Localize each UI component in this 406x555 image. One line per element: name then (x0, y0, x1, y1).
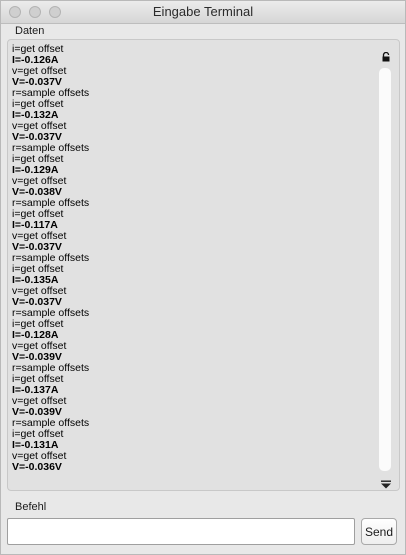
log-line: I=-0.129A (12, 164, 59, 176)
output-group: i=get offset I=-0.126A v=get offset V=-0.03… (7, 39, 400, 491)
log-line: I=-0.132A (12, 109, 59, 121)
chevron-down-icon[interactable] (380, 477, 392, 489)
output-log[interactable]: i=get offset I=-0.126A v=get offset V=-0.03… (12, 44, 374, 484)
terminal-window: Eingabe Terminal Daten i=get offset I=-0.… (0, 0, 406, 555)
log-line: I=-0.126A (12, 54, 59, 66)
title-bar[interactable]: Eingabe Terminal (1, 1, 405, 24)
log-line: v=get offset (12, 340, 67, 352)
log-line: v=get offset (12, 395, 67, 407)
output-section-label: Daten (15, 25, 45, 37)
log-line: I=-0.128A (12, 329, 59, 341)
log-line: r=sample offsets (12, 417, 90, 429)
output-scrollbar[interactable] (379, 68, 391, 471)
log-line: v=get offset (12, 450, 67, 462)
log-line: i=get offset (12, 263, 64, 275)
log-line: i=get offset (12, 428, 64, 440)
log-line: I=-0.131A (12, 439, 59, 451)
log-line: V=-0.036V (12, 461, 62, 473)
log-line: r=sample offsets (12, 307, 90, 319)
lock-icon[interactable] (381, 49, 391, 62)
log-line: i=get offset (12, 153, 64, 165)
log-line: I=-0.137A (12, 384, 59, 396)
log-line: i=get offset (12, 44, 64, 55)
log-line: v=get offset (12, 230, 67, 242)
log-line: r=sample offsets (12, 142, 90, 154)
log-line: r=sample offsets (12, 87, 90, 99)
log-line: i=get offset (12, 318, 64, 330)
send-button[interactable]: Send (361, 518, 397, 545)
window-title: Eingabe Terminal (152, 4, 254, 19)
log-line: i=get offset (12, 208, 64, 220)
input-section-label: Befehl (15, 501, 47, 513)
log-line: v=get offset (12, 175, 67, 187)
log-line: r=sample offsets (12, 362, 90, 374)
log-line: I=-0.117A (12, 219, 58, 231)
log-line: I=-0.135A (12, 274, 59, 286)
log-line: i=get offset (12, 98, 64, 110)
log-line: r=sample offsets (12, 252, 90, 264)
command-input[interactable] (7, 518, 355, 545)
log-line: v=get offset (12, 120, 67, 132)
log-line: v=get offset (12, 65, 67, 77)
log-line: r=sample offsets (12, 197, 90, 209)
log-line: v=get offset (12, 285, 67, 297)
log-line: i=get offset (12, 373, 64, 385)
